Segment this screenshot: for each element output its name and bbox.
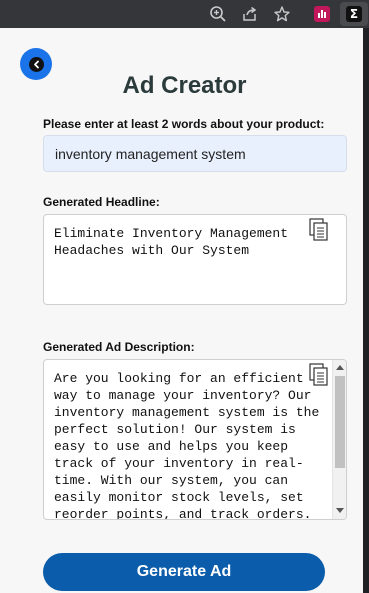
extension-sigma-button[interactable]: Σ [340,2,368,26]
extension-sigma-icon: Σ [346,6,362,22]
description-box[interactable]: Are you looking for an efficient way to … [43,359,347,520]
description-text: Are you looking for an efficient way to … [54,371,328,520]
bookmark-star-icon[interactable] [272,4,292,24]
extension-analytics-icon [314,6,330,22]
headline-box[interactable]: Eliminate Inventory Management Headaches… [43,214,347,305]
headline-label: Generated Headline: [43,195,160,209]
description-scrollbar[interactable] [332,360,346,519]
page-title: Ad Creator [122,72,247,99]
scroll-up-arrow-icon[interactable] [336,365,344,370]
share-icon[interactable] [240,4,260,24]
product-prompt-label: Please enter at least 2 words about your… [43,117,325,131]
product-input[interactable] [43,135,347,172]
extension-analytics-button[interactable] [308,2,336,26]
window-edge [363,28,369,593]
copy-headline-icon[interactable] [309,218,329,242]
back-arrow-icon [28,56,44,72]
copy-description-icon[interactable] [309,363,329,387]
scroll-down-arrow-icon[interactable] [336,508,344,513]
headline-text: Eliminate Inventory Management Headaches… [54,226,296,258]
zoom-icon[interactable] [208,4,228,24]
browser-toolbar: Σ [0,0,369,28]
generate-ad-button[interactable]: Generate Ad [43,553,325,591]
ad-creator-popup: Ad Creator Please enter at least 2 words… [0,28,363,593]
scroll-thumb[interactable] [335,376,345,468]
description-label: Generated Ad Description: [43,340,195,354]
